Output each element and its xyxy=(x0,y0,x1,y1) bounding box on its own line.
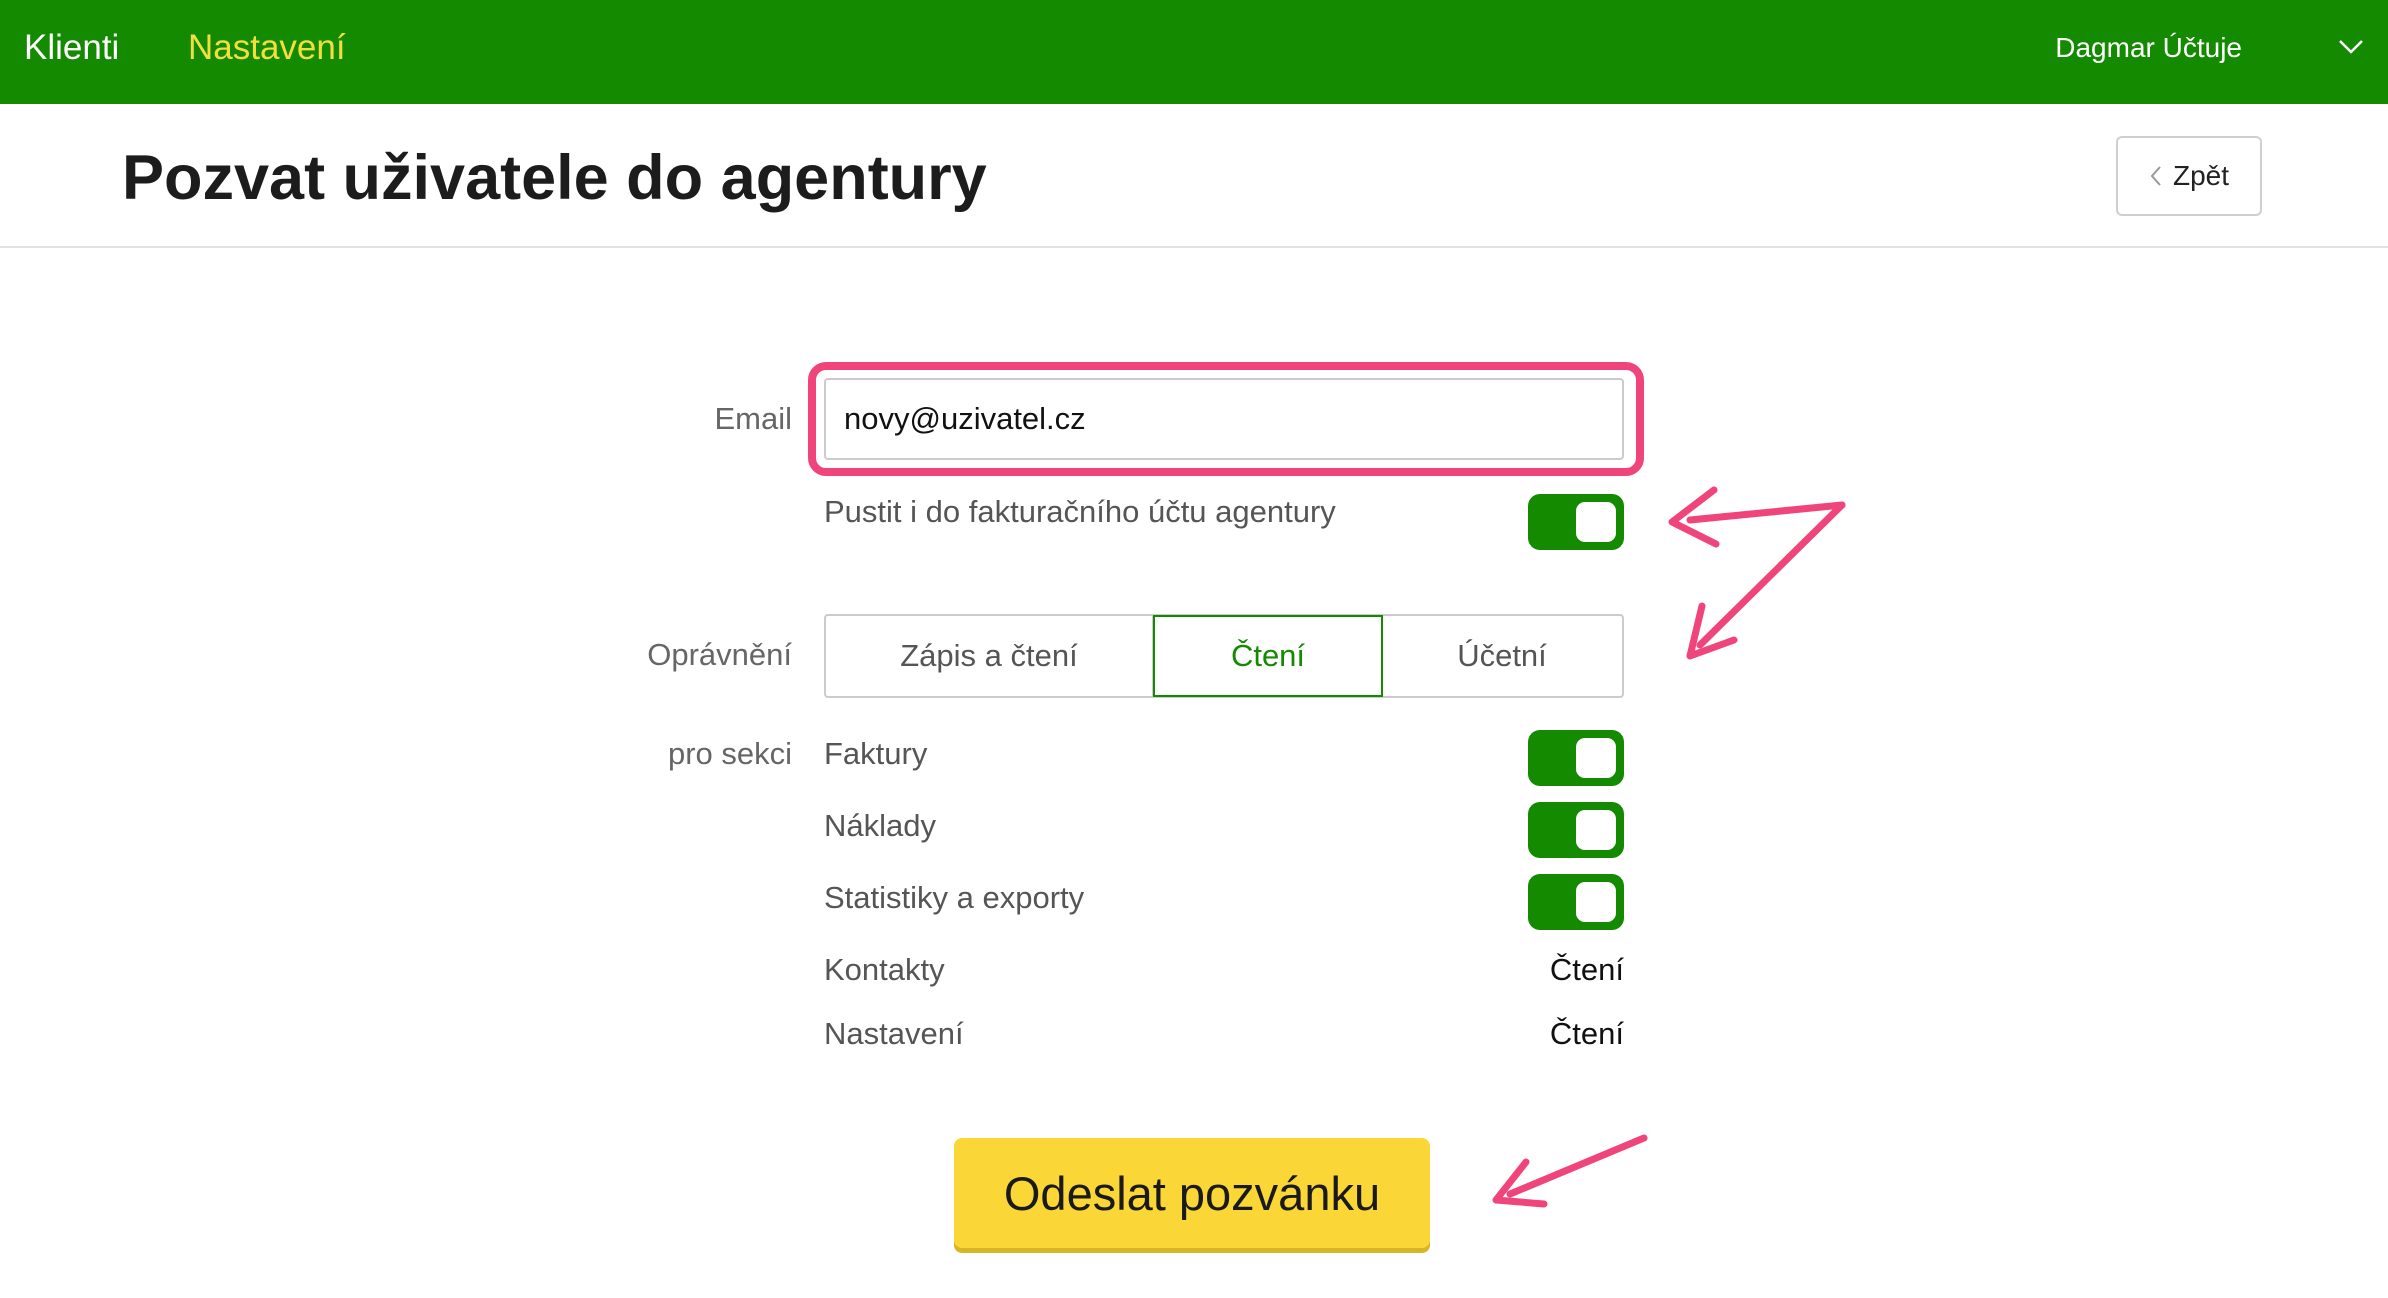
sections-label: pro sekci xyxy=(667,736,792,771)
permission-option-accountant[interactable]: Účetní xyxy=(1382,616,1622,696)
chevron-left-icon xyxy=(2150,166,2161,186)
section-label-statistiky: Statistiky a exporty xyxy=(824,880,1085,915)
section-label-nastaveni: Nastavení xyxy=(824,1016,964,1051)
toggle-knob xyxy=(1576,882,1616,922)
section-label-kontakty: Kontakty xyxy=(824,952,945,987)
billing-access-label: Pustit i do fakturačního účtu agentury xyxy=(824,494,1336,529)
arrow-to-submit-head xyxy=(1492,1158,1548,1208)
section-toggle-naklady[interactable] xyxy=(1528,802,1624,858)
email-label: Email xyxy=(714,401,792,436)
permission-option-read[interactable]: Čtení xyxy=(1153,615,1383,697)
user-menu[interactable]: Dagmar Účtuje xyxy=(2055,0,2242,104)
section-toggle-faktury[interactable] xyxy=(1528,730,1624,786)
toggle-knob xyxy=(1576,502,1616,542)
chevron-down-icon[interactable] xyxy=(2336,34,2366,58)
section-value-kontakty: Čtení xyxy=(1549,952,1624,987)
toggle-knob xyxy=(1576,738,1616,778)
section-label-naklady: Náklady xyxy=(824,808,936,843)
arrow-to-toggle xyxy=(1686,501,1846,524)
toggle-knob xyxy=(1576,810,1616,850)
back-button-label: Zpět xyxy=(2172,160,2230,191)
page-header: Pozvat uživatele do agentury Zpět xyxy=(0,104,2388,248)
section-value-nastaveni: Čtení xyxy=(1549,1016,1624,1051)
back-button[interactable]: Zpět xyxy=(2116,136,2262,216)
arrow-to-submit xyxy=(1506,1134,1648,1198)
page-title: Pozvat uživatele do agentury xyxy=(122,143,987,213)
send-invitation-button[interactable]: Odeslat pozvánku xyxy=(954,1138,1430,1248)
top-navigation-bar: Klienti Nastavení Dagmar Účtuje xyxy=(0,0,2388,104)
permission-selector: Zápis a čtení Čtení Účetní xyxy=(824,614,1624,698)
section-toggle-statistiky[interactable] xyxy=(1528,874,1624,930)
arrow-to-permissions xyxy=(1696,501,1846,649)
arrow-to-toggle-head xyxy=(1668,486,1720,548)
billing-access-toggle[interactable] xyxy=(1528,494,1624,550)
arrow-to-permissions-head xyxy=(1686,602,1738,660)
permission-option-write-read[interactable]: Zápis a čtení xyxy=(826,616,1154,696)
permissions-label: Oprávnění xyxy=(647,637,792,672)
nav-item-klienti[interactable]: Klienti xyxy=(24,0,119,104)
section-label-faktury: Faktury xyxy=(824,736,928,771)
email-field[interactable] xyxy=(824,378,1624,460)
nav-item-nastaveni[interactable]: Nastavení xyxy=(188,0,346,104)
